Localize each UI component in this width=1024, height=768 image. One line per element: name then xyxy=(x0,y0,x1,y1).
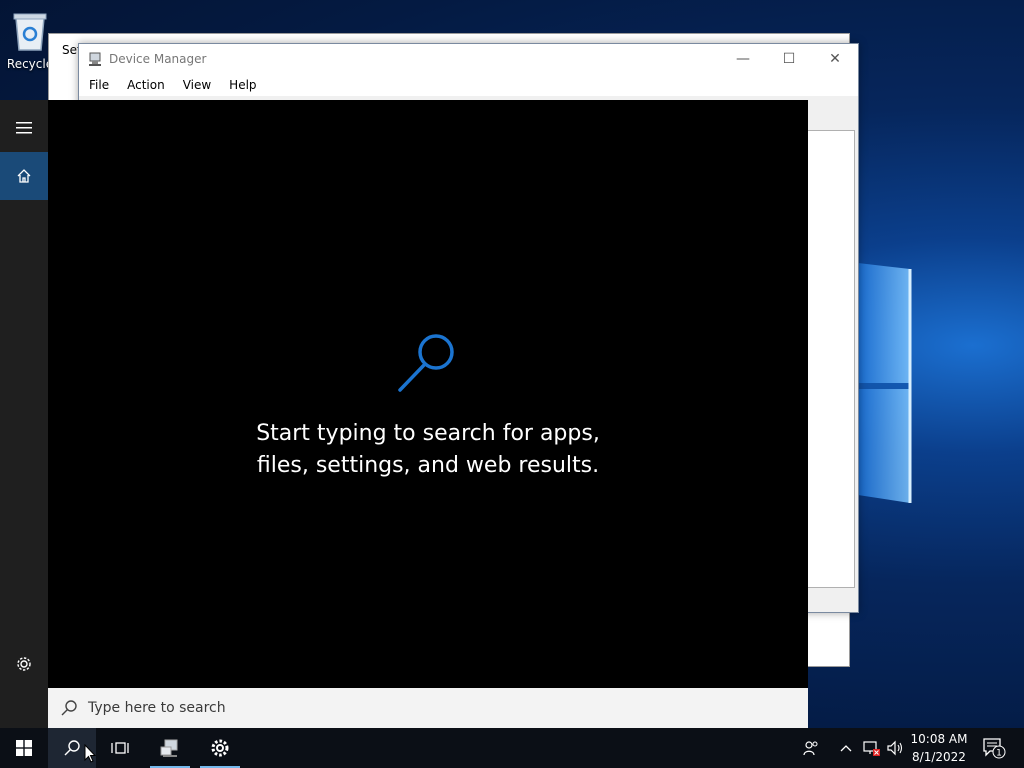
device-tree-pane[interactable] xyxy=(807,130,855,588)
search-prompt-line2: files, settings, and web results. xyxy=(256,453,600,478)
search-input[interactable]: Type here to search xyxy=(48,688,808,728)
expand-menu-button[interactable] xyxy=(0,104,48,152)
menu-action[interactable]: Action xyxy=(117,74,173,96)
show-hidden-icons-button[interactable] xyxy=(836,728,856,768)
task-view-button[interactable] xyxy=(96,728,144,768)
volume-button[interactable] xyxy=(884,728,906,768)
settings-rail-button[interactable] xyxy=(0,640,48,688)
gear-icon xyxy=(17,657,31,671)
network-disconnected-icon xyxy=(863,741,880,756)
device-manager-menubar: File Action View Help xyxy=(79,74,858,96)
search-prompt-line1: Start typing to search for apps, xyxy=(256,421,600,446)
menu-view[interactable]: View xyxy=(173,74,219,96)
clock-time: 10:08 AM xyxy=(910,732,968,746)
notification-icon: 1 xyxy=(983,738,1006,759)
device-manager-icon xyxy=(160,739,178,757)
home-icon xyxy=(17,169,31,183)
clock-date: 8/1/2022 xyxy=(912,750,966,764)
task-view-icon xyxy=(111,742,129,754)
menu-file[interactable]: File xyxy=(79,74,117,96)
speaker-icon xyxy=(887,740,903,756)
action-center-button[interactable]: 1 xyxy=(980,728,1008,768)
taskbar: 10:08 AM 8/1/2022 1 xyxy=(0,728,1024,768)
start-button[interactable] xyxy=(0,728,48,768)
taskbar-device-manager[interactable] xyxy=(146,728,194,768)
taskbar-settings[interactable] xyxy=(196,728,244,768)
device-manager-titlebar[interactable]: Device Manager — ☐ ✕ xyxy=(79,44,858,74)
chevron-up-icon xyxy=(840,745,852,752)
mouse-cursor-icon xyxy=(84,744,96,763)
search-icon xyxy=(64,740,80,756)
recycle-bin-icon xyxy=(13,13,47,51)
windows-wallpaper-logo xyxy=(858,263,912,503)
network-button[interactable] xyxy=(860,728,882,768)
search-icon xyxy=(61,700,77,716)
search-illustration-icon xyxy=(398,334,454,392)
menu-help[interactable]: Help xyxy=(219,74,264,96)
windows-start-icon xyxy=(16,740,32,756)
gear-icon xyxy=(211,739,229,757)
notification-count: 1 xyxy=(996,749,1002,759)
minimize-button[interactable]: — xyxy=(720,44,766,74)
hamburger-icon xyxy=(16,122,32,134)
close-button[interactable]: ✕ xyxy=(812,44,858,74)
people-button[interactable] xyxy=(800,728,822,768)
device-manager-title: Device Manager xyxy=(109,52,207,66)
search-placeholder: Type here to search xyxy=(88,700,226,716)
device-manager-icon xyxy=(89,52,101,66)
people-icon xyxy=(803,741,818,756)
system-clock[interactable]: 10:08 AM 8/1/2022 xyxy=(904,730,974,766)
maximize-button[interactable]: ☐ xyxy=(766,44,812,74)
search-prompt: Start typing to search for apps, files, … xyxy=(48,418,808,482)
home-button[interactable] xyxy=(0,152,48,200)
start-rail xyxy=(0,100,48,728)
search-panel: Start typing to search for apps, files, … xyxy=(48,100,808,688)
